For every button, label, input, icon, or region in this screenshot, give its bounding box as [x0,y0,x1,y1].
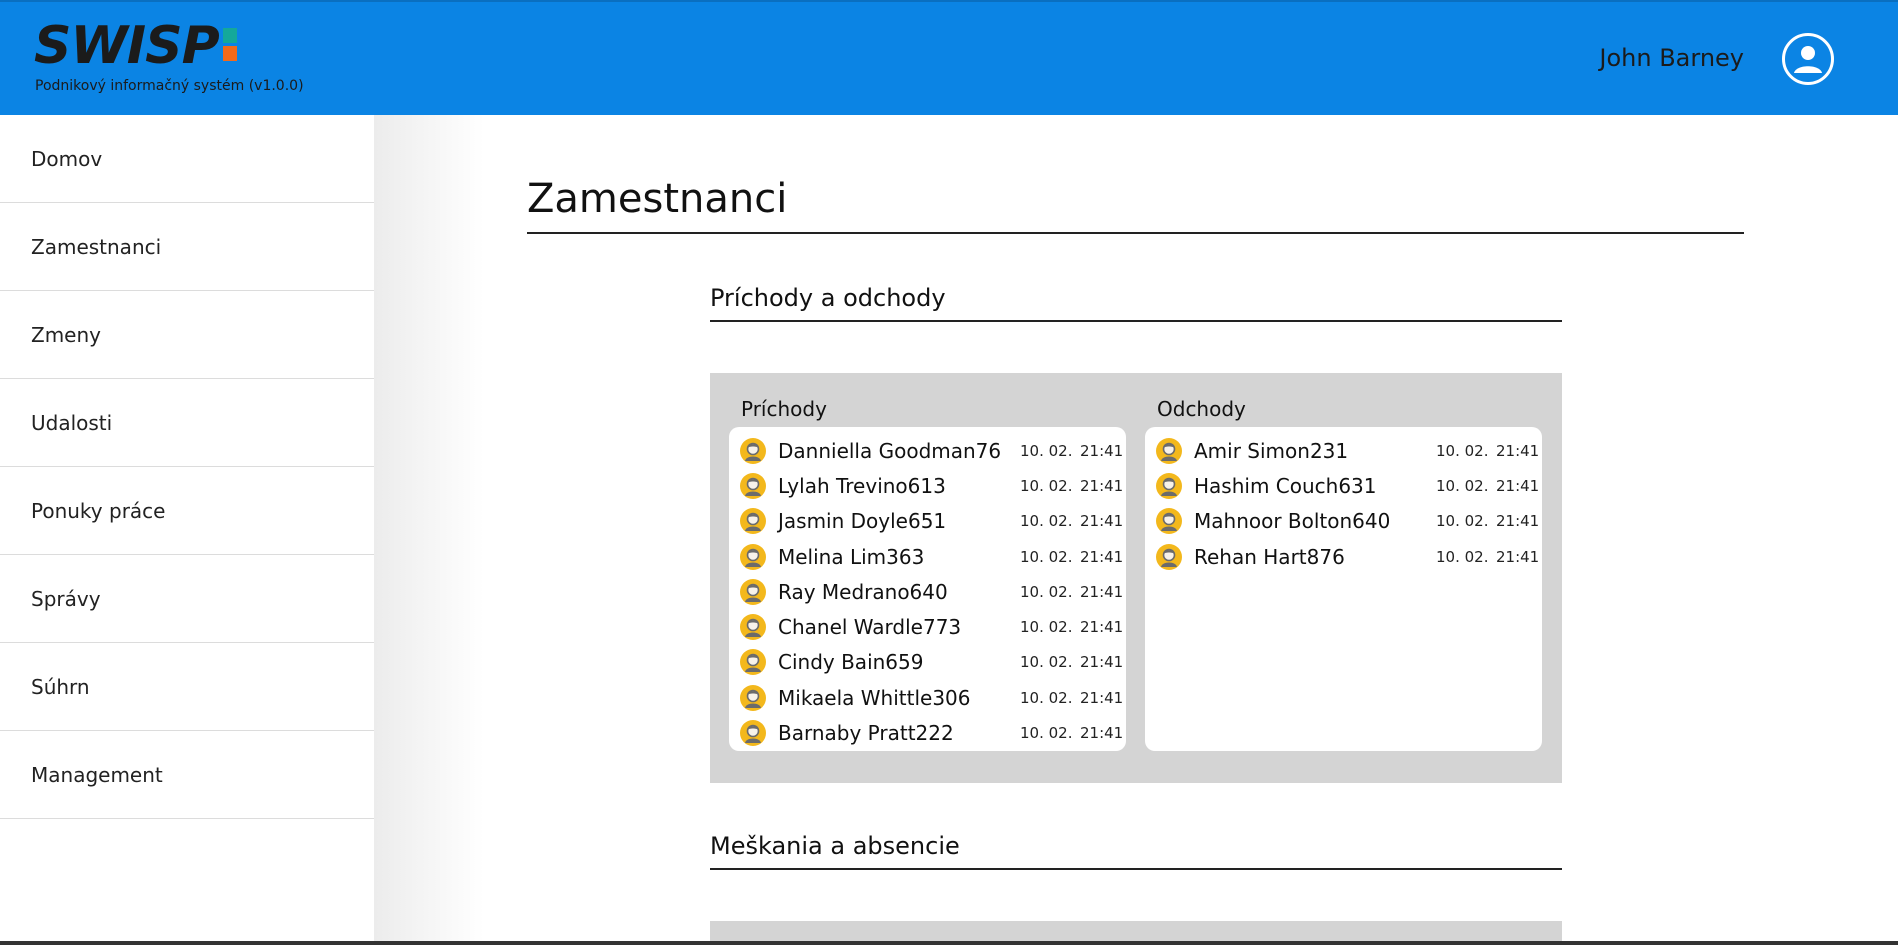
arrivals-departures-panel: Príchody Danniella Goodman76 10. 02. 21:41… [710,373,1562,783]
entry-date: 10. 02. [1436,441,1489,460]
arrivals-column: Príchody Danniella Goodman76 10. 02. 21:41… [729,397,1126,751]
section-divider [710,868,1562,870]
entry-time: 21:41 [1496,476,1540,495]
entry-date: 10. 02. [1020,512,1073,531]
entry-time: 21:41 [1080,653,1124,672]
sidebar-item-management[interactable]: Management [0,731,374,819]
logo-green-square [222,28,237,43]
employee-name: Cindy Bain659 [778,650,924,675]
user-avatar-icon [740,649,766,676]
section-title-arrivals-departures: Príchody a odchody [710,284,946,312]
app-subtitle: Podnikový informačný systém (v1.0.0) [35,78,304,94]
list-item[interactable]: Jasmin Doyle651 10. 02. 21:41 [729,504,1126,539]
section-divider [710,320,1562,322]
employee-name: Lylah Trevino613 [778,473,946,498]
departures-column: Odchody Amir Simon231 10. 02. 21:41 Hashim … [1145,397,1542,751]
page-title-divider [527,232,1744,234]
user-avatar-icon [740,578,766,605]
user-avatar-icon [1156,437,1182,464]
sidebar: Domov Zamestnanci Zmeny Udalosti Ponuky … [0,115,374,945]
entry-time: 21:41 [1496,512,1540,531]
arrivals-list: Danniella Goodman76 10. 02. 21:41 Lylah Tre… [729,427,1126,751]
entry-date: 10. 02. [1436,476,1489,495]
list-item[interactable]: Amir Simon231 10. 02. 21:41 [1145,433,1542,468]
employee-name: Danniella Goodman76 [778,438,1002,463]
user-avatar-icon [740,720,766,747]
entry-time: 21:41 [1080,441,1124,460]
logo-orange-square [222,46,237,61]
employee-name: Rehan Hart876 [1194,544,1345,569]
logo[interactable]: SWISP Podnikový informačný systém (v1.0.… [34,20,304,94]
employee-name: Jasmin Doyle651 [778,509,947,534]
user-avatar-icon [1156,543,1182,570]
entry-date: 10. 02. [1020,653,1073,672]
entry-date: 10. 02. [1436,512,1489,531]
list-item[interactable]: Ray Medrano640 10. 02. 21:41 [729,574,1126,609]
list-item[interactable]: Chanel Wardle773 10. 02. 21:41 [729,609,1126,644]
user-avatar-icon [740,543,766,570]
entry-date: 10. 02. [1020,547,1073,566]
entry-time: 21:41 [1080,688,1124,707]
user-name[interactable]: John Barney [1599,44,1744,72]
entry-time: 21:41 [1496,547,1540,566]
list-item[interactable]: Rehan Hart876 10. 02. 21:41 [1145,539,1542,574]
user-avatar-icon [740,437,766,464]
sidebar-item-suhrn[interactable]: Súhrn [0,643,374,731]
user-avatar-icon [740,684,766,711]
window-bottom-edge [0,941,1898,945]
entry-date: 10. 02. [1020,476,1073,495]
departures-list: Amir Simon231 10. 02. 21:41 Hashim Couch631… [1145,427,1542,751]
employee-name: Ray Medrano640 [778,579,948,604]
employee-name: Hashim Couch631 [1194,473,1377,498]
list-item[interactable]: Hashim Couch631 10. 02. 21:41 [1145,468,1542,503]
user-avatar-icon [740,614,766,641]
list-item[interactable]: Cindy Bain659 10. 02. 21:41 [729,645,1126,680]
employee-name: Mahnoor Bolton640 [1194,509,1391,534]
entry-time: 21:41 [1080,724,1124,743]
app-header: SWISP Podnikový informačný systém (v1.0.… [0,0,1898,115]
employee-name: Melina Lim363 [778,544,925,569]
sidebar-shadow [374,115,484,945]
arrivals-title: Príchody [741,397,827,421]
user-circle-icon[interactable] [1782,33,1834,85]
sidebar-item-spravy[interactable]: Správy [0,555,374,643]
entry-time: 21:41 [1080,512,1124,531]
list-item[interactable]: Lylah Trevino613 10. 02. 21:41 [729,468,1126,503]
sidebar-item-zmeny[interactable]: Zmeny [0,291,374,379]
departures-title: Odchody [1157,397,1246,421]
entry-time: 21:41 [1080,547,1124,566]
entry-date: 10. 02. [1020,618,1073,637]
sidebar-item-zamestnanci[interactable]: Zamestnanci [0,203,374,291]
employee-name: Amir Simon231 [1194,438,1349,463]
logo-text: SWISP [34,16,220,76]
entry-date: 10. 02. [1020,582,1073,601]
list-item[interactable]: Mikaela Whittle306 10. 02. 21:41 [729,680,1126,715]
list-item[interactable]: Mahnoor Bolton640 10. 02. 21:41 [1145,504,1542,539]
sidebar-item-domov[interactable]: Domov [0,115,374,203]
page-title: Zamestnanci [527,176,788,222]
entry-time: 21:41 [1080,476,1124,495]
section-title-lateness-absence: Meškania a absencie [710,832,960,860]
sidebar-item-udalosti[interactable]: Udalosti [0,379,374,467]
entry-date: 10. 02. [1020,688,1073,707]
sidebar-item-ponuky-prace[interactable]: Ponuky práce [0,467,374,555]
employee-name: Barnaby Pratt222 [778,721,954,746]
employee-name: Mikaela Whittle306 [778,685,971,710]
entry-date: 10. 02. [1436,547,1489,566]
logo-mark [222,28,237,64]
list-item[interactable]: Barnaby Pratt222 10. 02. 21:41 [729,715,1126,750]
user-avatar-icon [1156,472,1182,499]
entry-time: 21:41 [1080,582,1124,601]
list-item[interactable]: Danniella Goodman76 10. 02. 21:41 [729,433,1126,468]
employee-name: Chanel Wardle773 [778,615,962,640]
entry-date: 10. 02. [1020,724,1073,743]
list-item[interactable]: Melina Lim363 10. 02. 21:41 [729,539,1126,574]
user-avatar-icon [740,472,766,499]
entry-time: 21:41 [1080,618,1124,637]
entry-time: 21:41 [1496,441,1540,460]
user-avatar-icon [740,508,766,535]
user-avatar-icon [1156,508,1182,535]
entry-date: 10. 02. [1020,441,1073,460]
